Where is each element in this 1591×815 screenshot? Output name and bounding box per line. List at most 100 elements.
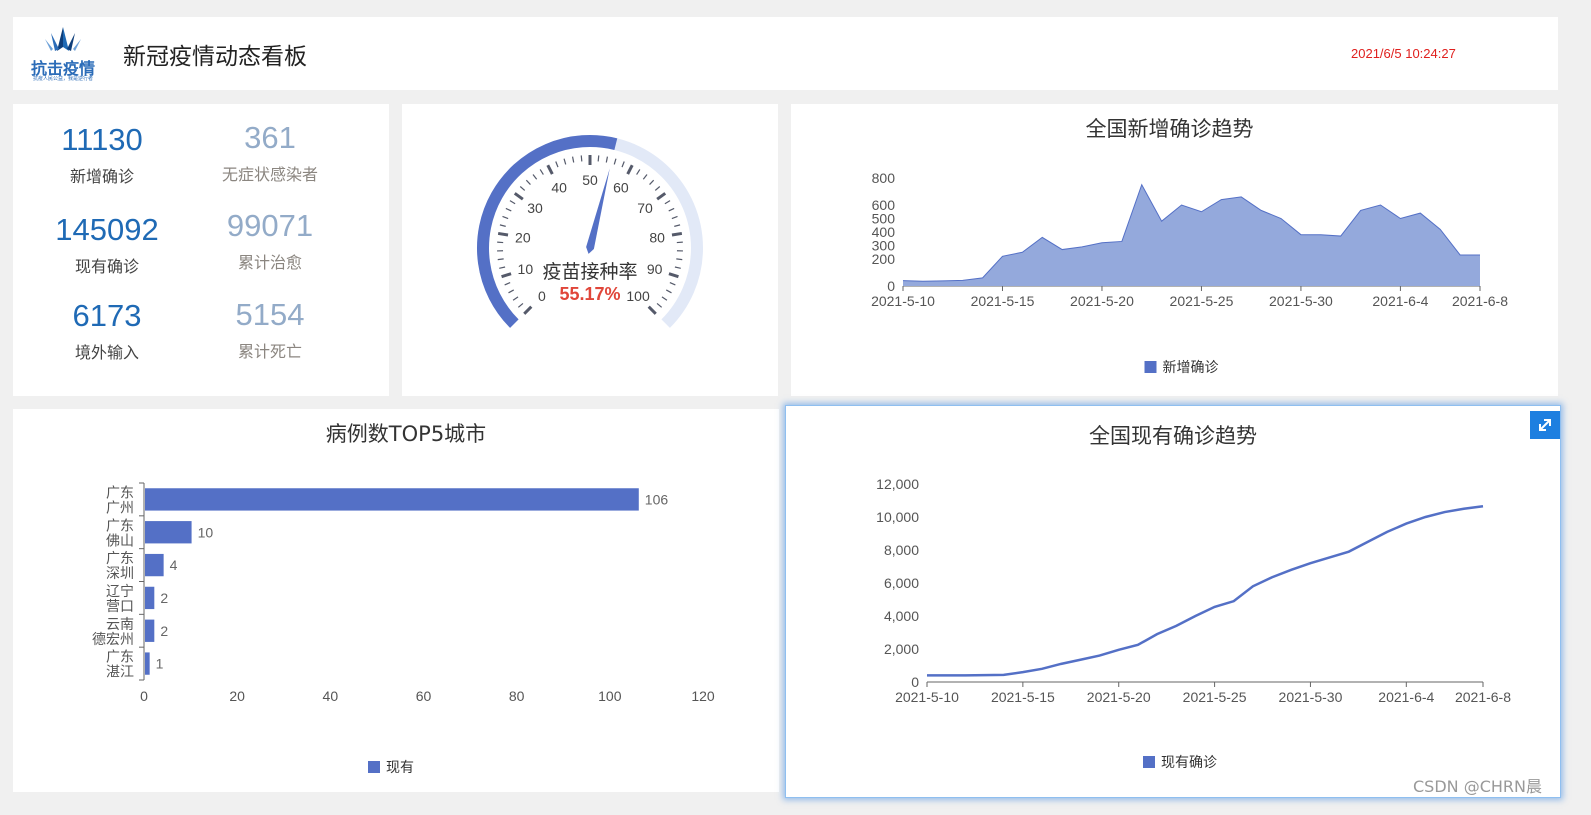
vaccination-gauge: 010 20 30 40 50 60 70 80 90 100 疫苗接种率55.17% (477, 135, 703, 328)
gauge-minor-tick (656, 302, 663, 308)
x-tick-label: 2021-6-8 (1455, 689, 1511, 705)
stat-label: 现有确诊 (74, 257, 139, 276)
gauge-title: 疫苗接种率 (542, 261, 637, 283)
y-tick-label: 6,000 (884, 575, 919, 591)
top5-cities-chart-panel: 病例数TOP5城市 0 20 40 60 80 100 120 广东 广州 106 广东 佛山 10 广东深… (13, 409, 779, 792)
gauge-minor-tick (669, 282, 676, 286)
series-line (927, 505, 1484, 677)
gauge-minor-tick (571, 156, 575, 163)
x-tick-label: 2021-5-25 (1183, 689, 1247, 705)
gauge-minor-tick (661, 296, 668, 301)
gauge-minor-tick (497, 258, 504, 261)
gauge-minor-tick (532, 174, 538, 180)
x-tick-label: 2021-6-4 (1378, 689, 1434, 705)
watermark: CSDN @CHRN晨 (1413, 777, 1542, 796)
bar (145, 553, 164, 577)
existing-cases-chart: 全国现有确诊趋势 0 2,000 4,000 6,000 8,000 10,000 12,00… (876, 424, 1511, 771)
y-tick-label: 广东 (106, 485, 134, 501)
gauge-major-tick (513, 192, 524, 201)
bar (145, 488, 639, 511)
y-tick-label: 800 (872, 170, 896, 186)
existing-cases-chart-panel[interactable]: 全国现有确诊趋势 0 2,000 4,000 6,000 8,000 10,000 12,00… (785, 405, 1561, 798)
x-tick-label: 20 (229, 688, 245, 704)
expand-icon (1539, 419, 1551, 431)
gauge-minor-tick (499, 224, 506, 227)
bar (145, 586, 155, 610)
y-tick-label: 广东 (106, 551, 134, 567)
current-time: 2021/6/5 10:24:27 (1351, 46, 1456, 61)
stat-value: 11130 (61, 122, 143, 157)
logo-subtitle: 抗疫人民公益，我是逆行者 (32, 76, 93, 82)
stat-value: 6173 (72, 298, 142, 333)
stat-label: 新增确诊 (69, 167, 134, 186)
gauge-tick-label: 30 (527, 200, 543, 216)
y-tick-label: 8,000 (884, 542, 919, 558)
gauge-minor-tick (636, 169, 641, 175)
gauge-major-tick (546, 164, 554, 175)
gauge-tick-label: 20 (515, 229, 531, 245)
gauge-minor-tick (580, 155, 583, 162)
stat-label: 累计死亡 (237, 342, 302, 361)
data-label: 2 (160, 590, 168, 606)
data-label: 4 (170, 557, 178, 573)
gauge-minor-tick (649, 179, 655, 185)
x-tick-label: 60 (416, 688, 432, 704)
gauge-minor-tick (674, 224, 681, 227)
gauge-minor-tick (519, 186, 526, 191)
stat-asymptomatic: 361 无症状感染者 (195, 120, 345, 186)
y-tick-label: 佛山 (106, 533, 134, 549)
stat-imported: 6173 境外输入 (32, 298, 182, 364)
expand-button[interactable] (1530, 411, 1560, 439)
bar (145, 652, 150, 675)
gauge-minor-tick (665, 289, 672, 294)
gauge-tick-label: 80 (649, 229, 665, 245)
gauge-minor-tick (539, 169, 544, 175)
gauge-tick-label: 60 (613, 179, 629, 195)
x-tick-label: 40 (323, 688, 339, 704)
gauge-minor-tick (654, 186, 661, 191)
new-cases-chart: 全国新增确诊趋势02003004005006008002021-5-10 2021… (871, 117, 1508, 376)
new-cases-chart-panel: 全国新增确诊趋势 0 200 300 400 500 600 800 2021-5-10 2021… (791, 104, 1558, 396)
x-tick-label: 2021-5-15 (991, 689, 1055, 705)
y-tick-label: 4,000 (884, 608, 919, 624)
gauge-major-tick (647, 305, 657, 315)
page-title: 新冠疫情动态看板 (123, 44, 307, 70)
stat-cured: 99071 累计治愈 (195, 208, 345, 274)
gauge-minor-tick (676, 258, 683, 261)
top5-cities-chart: 病例数TOP5城市0 20 40 60 80 100 120广东广州106广东佛山10广东深… (92, 422, 715, 776)
y-tick-label: 12,000 (876, 476, 919, 492)
gauge-minor-tick (502, 215, 509, 220)
gauge-tick-label: 70 (637, 200, 653, 216)
x-tick-label: 100 (598, 688, 622, 704)
gauge-minor-tick (499, 266, 506, 269)
header-bar: 抗击疫情 抗疫人民公益，我是逆行者 新冠疫情动态看板 2021/6/5 10:2… (13, 17, 1558, 90)
bar (145, 619, 155, 642)
stat-value: 99071 (226, 208, 314, 243)
y-tick-label: 0 (911, 674, 919, 690)
gauge-minor-tick (509, 200, 516, 205)
gauge-major-tick (523, 305, 533, 315)
y-tick-label: 营口 (106, 599, 134, 615)
gauge-minor-tick (504, 282, 511, 286)
gauge-minor-tick (671, 215, 678, 220)
gauge-major-tick (501, 272, 512, 279)
bar (145, 521, 192, 544)
y-tick-label: 0 (887, 278, 895, 294)
gauge-minor-tick (525, 179, 531, 185)
gauge-major-tick (671, 231, 683, 237)
chart-title: 全国新增确诊趋势 (1086, 117, 1254, 141)
gauge-value: 55.17% (559, 284, 620, 304)
gauge-tick-label: 10 (518, 261, 534, 277)
y-tick-label: 2,000 (884, 641, 919, 657)
logo-emblem-icon (45, 27, 81, 51)
gauge-tick-label: 100 (626, 288, 650, 304)
y-tick-label: 广东 (106, 650, 134, 666)
gauge-minor-tick (508, 289, 515, 294)
data-label: 10 (198, 524, 214, 540)
stat-deaths: 5154 累计死亡 (195, 297, 345, 363)
stat-label: 累计治愈 (237, 253, 302, 272)
data-label: 106 (645, 491, 669, 507)
x-tick-label: 2021-6-8 (1452, 293, 1508, 309)
legend-label: 新增确诊 (1163, 360, 1219, 376)
gauge-major-tick (497, 231, 509, 237)
